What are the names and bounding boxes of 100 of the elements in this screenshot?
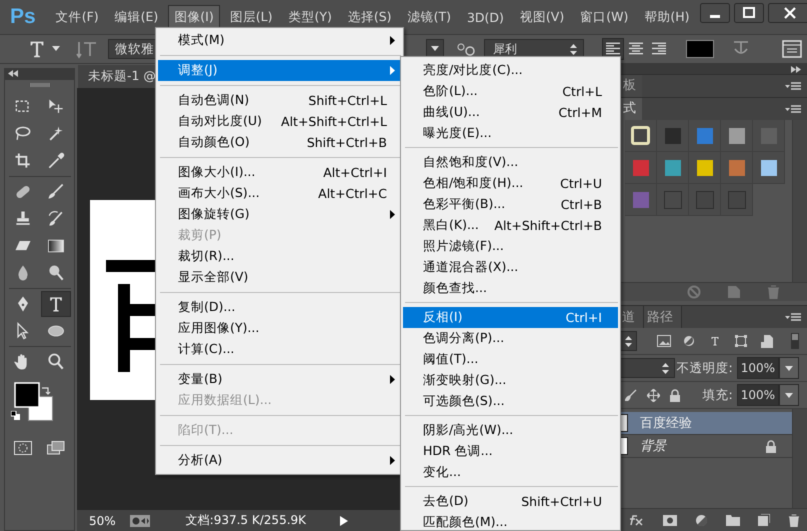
- minimize-icon[interactable]: [700, 3, 730, 23]
- layer-mask-icon[interactable]: [662, 514, 676, 526]
- menu-item[interactable]: 文件(F): [50, 4, 105, 30]
- close-icon[interactable]: [768, 3, 807, 23]
- menu-item[interactable]: 变化...: [403, 462, 618, 483]
- menu-item[interactable]: 自动色调(N) Shift+Ctrl+L: [158, 90, 401, 111]
- filter-toggle-icon[interactable]: [791, 333, 799, 349]
- new-layer-icon[interactable]: [758, 514, 770, 526]
- panel-tab[interactable]: 道: [619, 306, 644, 328]
- quick-mask-icon[interactable]: [14, 441, 32, 455]
- opacity-field[interactable]: 100%: [736, 357, 779, 379]
- style-swatch[interactable]: [664, 128, 680, 144]
- menu-item[interactable]: 反相(I) Ctrl+I: [403, 307, 618, 328]
- menu-item[interactable]: 亮度/对比度(C)...: [403, 60, 618, 81]
- menu-item[interactable]: 曝光度(E)...: [403, 123, 618, 144]
- type-filter-icon[interactable]: [709, 335, 721, 347]
- zoom-level[interactable]: 50%: [89, 514, 116, 528]
- screen-mode-icon[interactable]: [47, 441, 65, 455]
- menu-item[interactable]: 3D(D): [460, 6, 510, 28]
- menu-item[interactable]: 编辑(E): [108, 4, 164, 30]
- scrollbar[interactable]: [792, 409, 807, 508]
- menu-item[interactable]: HDR 色调...: [403, 441, 618, 462]
- lock-pixels-icon[interactable]: [625, 389, 637, 401]
- panel-toggle-icon[interactable]: [782, 40, 802, 58]
- collapse-icon[interactable]: [8, 70, 18, 77]
- color-swatches-icon[interactable]: [14, 382, 54, 422]
- menu-item[interactable]: 颜色查找...: [403, 278, 618, 299]
- menu-item[interactable]: 色调分离(P)...: [403, 328, 618, 349]
- menu-item[interactable]: 图像(I): [168, 4, 220, 30]
- panel-tab[interactable]: 路径: [644, 306, 682, 328]
- menu-item[interactable]: 计算(C)...: [158, 339, 401, 360]
- default-colors-icon[interactable]: [10, 411, 20, 420]
- style-swatch[interactable]: [760, 160, 776, 176]
- menu-item[interactable]: 滤镜(T): [402, 4, 457, 30]
- menu-item[interactable]: 裁切(R)...: [158, 246, 401, 267]
- style-swatch[interactable]: [696, 128, 712, 144]
- menu-item[interactable]: 显示全部(V): [158, 267, 401, 288]
- layer-row[interactable]: 百度经验: [619, 412, 792, 435]
- menu-item[interactable]: 图像旋转(G): [158, 204, 401, 225]
- menu-item[interactable]: 色相/饱和度(H)... Ctrl+U: [403, 173, 618, 194]
- menu-item[interactable]: 变量(B): [158, 369, 401, 390]
- menu-item[interactable]: 类型(Y): [282, 4, 338, 30]
- text-orientation-icon[interactable]: [76, 39, 98, 59]
- style-swatch[interactable]: [664, 190, 682, 208]
- menu-item[interactable]: 画布大小(S)... Alt+Ctrl+C: [158, 183, 401, 204]
- scrollbar[interactable]: [792, 120, 807, 282]
- blend-mode-dropdown[interactable]: [619, 358, 675, 378]
- menu-item[interactable]: 匹配颜色(M)...: [403, 512, 618, 530]
- image-filter-icon[interactable]: [657, 335, 671, 347]
- style-swatch[interactable]: [728, 128, 744, 144]
- menu-item[interactable]: 色彩平衡(B)... Ctrl+B: [403, 194, 618, 215]
- play-icon[interactable]: [340, 516, 348, 526]
- menu-item[interactable]: 分析(A): [158, 450, 401, 471]
- settings-icon[interactable]: [130, 514, 150, 526]
- panel-menu-icon[interactable]: [785, 104, 801, 114]
- smart-object-filter-icon[interactable]: [761, 334, 773, 348]
- trash-icon[interactable]: [788, 514, 800, 526]
- menu-item[interactable]: 自然饱和度(V)...: [403, 152, 618, 173]
- maximize-icon[interactable]: [734, 3, 764, 23]
- menu-item[interactable]: 图像大小(I)... Alt+Ctrl+I: [158, 162, 401, 183]
- menu-item[interactable]: 阈值(T)...: [403, 349, 618, 370]
- menu-item[interactable]: 色阶(L)... Ctrl+L: [403, 81, 618, 102]
- menu-item[interactable]: 图层(L): [224, 4, 278, 30]
- style-swatch[interactable]: [632, 192, 648, 208]
- menu-item[interactable]: 应用图像(Y)...: [158, 318, 401, 339]
- folder-icon[interactable]: [726, 514, 740, 526]
- panel-menu-icon[interactable]: [785, 82, 801, 90]
- caret-icon[interactable]: [52, 46, 60, 52]
- opacity-dropdown[interactable]: [779, 357, 799, 379]
- text-color-swatch[interactable]: [686, 40, 714, 58]
- shape-filter-icon[interactable]: [735, 335, 747, 347]
- menu-item[interactable]: 选择(S): [342, 4, 398, 30]
- style-swatch[interactable]: [728, 160, 744, 176]
- panel-menu-icon[interactable]: [785, 312, 801, 322]
- style-swatch[interactable]: [728, 190, 746, 208]
- panel-tab[interactable]: 式: [619, 98, 642, 120]
- menu-item[interactable]: 帮助(H): [638, 4, 696, 30]
- style-swatch[interactable]: [696, 160, 712, 176]
- style-swatch[interactable]: [632, 160, 648, 176]
- menu-item[interactable]: 复制(D)...: [158, 297, 401, 318]
- menu-item[interactable]: 自动颜色(O) Shift+Ctrl+B: [158, 132, 401, 153]
- grip-icon[interactable]: [30, 83, 50, 87]
- lock-position-icon[interactable]: [647, 388, 660, 402]
- menu-item[interactable]: 自动对比度(U) Alt+Shift+Ctrl+L: [158, 111, 401, 132]
- menu-item[interactable]: 视图(V): [514, 4, 570, 30]
- panel-tab[interactable]: 板: [619, 75, 642, 97]
- menu-item[interactable]: 窗口(W): [574, 4, 634, 30]
- adjustment-filter-icon[interactable]: [683, 335, 695, 347]
- type-tool[interactable]: [41, 291, 71, 317]
- menu-item[interactable]: 曲线(U)... Ctrl+M: [403, 102, 618, 123]
- menu-item[interactable]: 可选颜色(S)...: [403, 391, 618, 412]
- lock-icon[interactable]: [670, 388, 680, 402]
- style-swatch[interactable]: [664, 160, 680, 176]
- swap-colors-icon[interactable]: [40, 385, 50, 395]
- menu-item[interactable]: 调整(J): [158, 60, 401, 81]
- fill-dropdown[interactable]: [779, 384, 799, 406]
- fill-field[interactable]: 100%: [736, 384, 779, 406]
- style-swatch[interactable]: [696, 190, 714, 208]
- menu-item[interactable]: 黑白(K)... Alt+Shift+Ctrl+B: [403, 215, 618, 236]
- menu-item[interactable]: 去色(D) Shift+Ctrl+U: [403, 491, 618, 512]
